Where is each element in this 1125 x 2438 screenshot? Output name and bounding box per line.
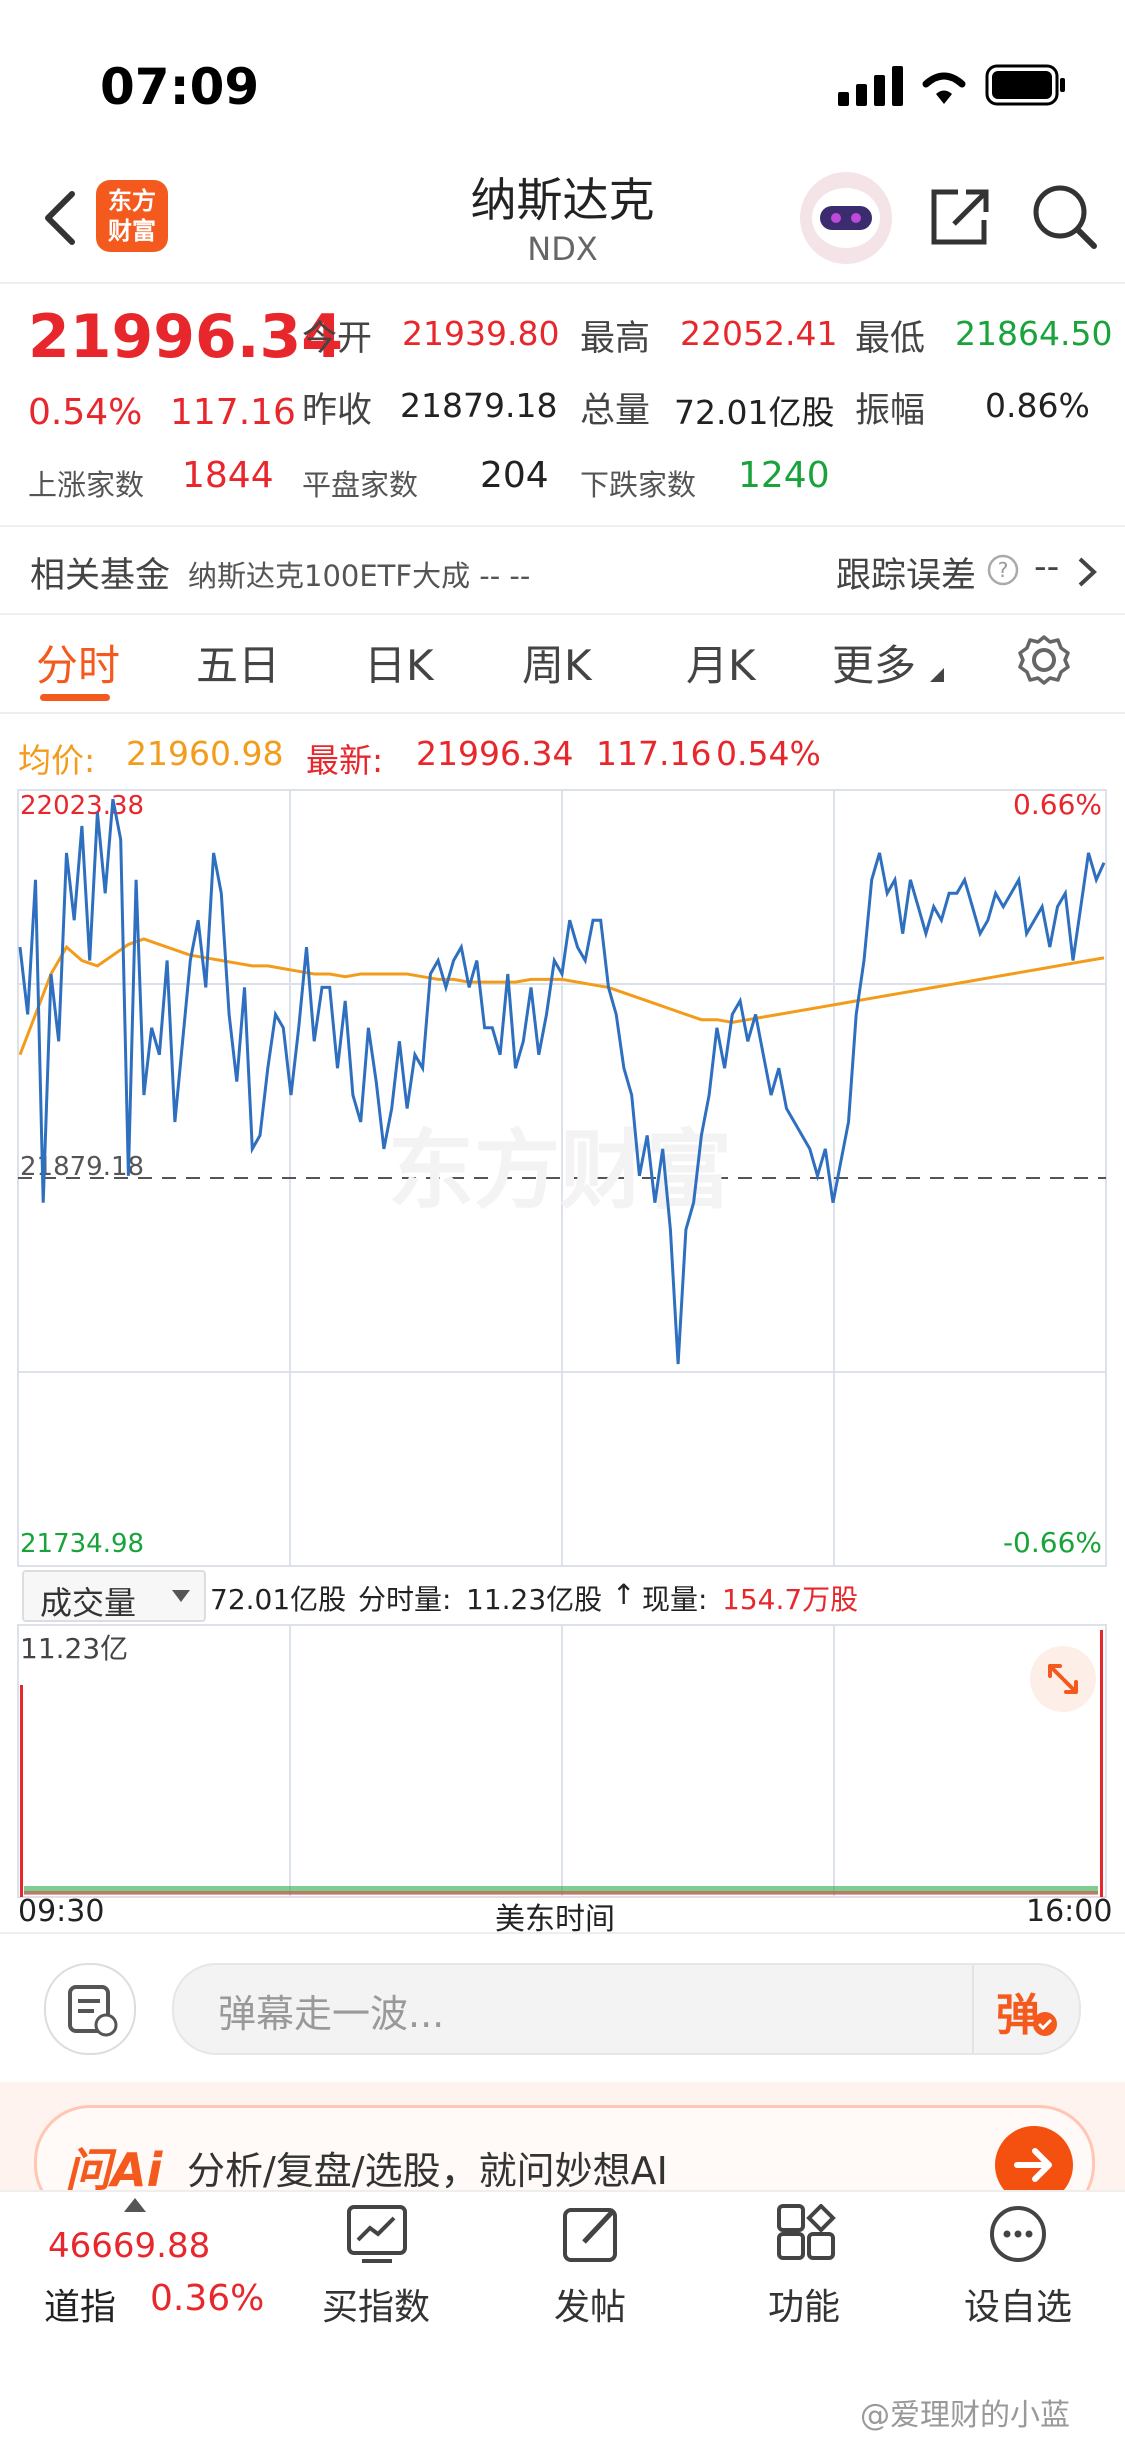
decliners-value: 1240 <box>738 455 830 496</box>
danmu-list-icon <box>68 1985 118 2037</box>
y-top-label: 22023.38 <box>20 791 144 821</box>
status-bar: 07:09 <box>0 0 1125 150</box>
amplitude-value: 0.86% <box>985 386 1090 425</box>
danmu-list-button[interactable] <box>44 1963 136 2055</box>
weibo-watermark: @爱理财的小蓝 <box>860 2398 1070 2433</box>
expand-button[interactable] <box>1030 1646 1096 1712</box>
share-icon[interactable] <box>928 184 992 248</box>
tab-buy-index[interactable]: 买指数 <box>296 2278 456 2330</box>
latest-percent: 0.54% <box>716 734 821 773</box>
volume-value: 72.01亿股 <box>674 393 835 432</box>
avg-price-value: 21960.98 <box>126 734 284 773</box>
tracking-error-label: 跟踪误差 <box>836 556 977 596</box>
volume-bar-open <box>20 1685 23 1897</box>
unchanged-label: 平盘家数 <box>302 468 419 502</box>
pct-top-label: 0.66% <box>1013 788 1102 821</box>
tab-post[interactable]: 发帖 <box>510 2278 670 2330</box>
volume-label: 总量 <box>580 391 651 431</box>
settings-icon[interactable] <box>1018 634 1070 686</box>
latest-label: 最新: <box>306 741 384 780</box>
tab-add-watchlist[interactable]: 设自选 <box>938 2278 1098 2330</box>
related-fund-row[interactable]: 相关基金 纳斯达克100ETF大成 -- -- 跟踪误差 ? -- <box>0 525 1125 615</box>
unchanged-value: 204 <box>480 455 549 496</box>
interval-arrow: ↑ <box>612 1578 636 1611</box>
volume-max-label: 11.23亿 <box>20 1632 128 1665</box>
nav-header: 东方 财富 纳斯达克 NDX <box>0 150 1125 284</box>
latest-change: 117.16 <box>596 734 712 773</box>
related-fund-name[interactable]: 纳斯达克100ETF大成 -- -- <box>188 553 530 595</box>
dow-index-value[interactable]: 46669.88 <box>48 2226 210 2266</box>
chevron-right-icon[interactable] <box>1076 555 1100 589</box>
tab-weekly-k[interactable]: 周K <box>522 632 592 693</box>
caret-down-icon <box>172 1590 190 1602</box>
up-triangle-icon <box>124 2198 146 2212</box>
functions-icon[interactable] <box>776 2204 836 2264</box>
x-start-label: 09:30 <box>18 1894 105 1929</box>
open-label: 今开 <box>302 319 373 359</box>
svg-text:?: ? <box>998 558 1009 582</box>
related-fund-label: 相关基金 <box>30 556 171 596</box>
y-bottom-label: 21734.98 <box>20 1529 144 1559</box>
post-icon[interactable] <box>562 2204 622 2264</box>
tab-indicator <box>40 694 110 701</box>
volume-chart[interactable]: 11.23亿 <box>0 1610 1125 1900</box>
tab-more[interactable]: 更多 <box>832 632 916 693</box>
chart-watermark: 东方财富 <box>388 1121 732 1221</box>
wifi-icon <box>922 72 966 104</box>
prev-close-label: 昨收 <box>302 391 373 431</box>
change-value: 117.16 <box>170 392 296 433</box>
more-icon[interactable] <box>988 2204 1048 2264</box>
tab-daily-k[interactable]: 日K <box>364 632 434 693</box>
y-mid-label: 21879.18 <box>20 1152 144 1182</box>
intraday-chart[interactable]: 东方财富 22023.38 21879.18 21734.98 0.66% -0… <box>0 780 1125 1580</box>
battery-icon <box>985 64 1065 106</box>
low-label: 最低 <box>855 319 926 359</box>
advancers-label: 上涨家数 <box>28 468 145 502</box>
search-icon[interactable] <box>1030 182 1098 250</box>
amplitude-label: 振幅 <box>855 391 926 431</box>
dropdown-triangle-icon <box>930 668 944 682</box>
check-badge-icon <box>1033 2012 1057 2036</box>
low-value: 21864.50 <box>955 314 1113 353</box>
decliners-label: 下跌家数 <box>580 468 697 502</box>
tracking-error-value: -- <box>1034 547 1060 587</box>
change-percent: 0.54% <box>28 392 143 433</box>
buy-index-icon[interactable] <box>346 2204 408 2264</box>
high-value: 22052.41 <box>680 314 838 353</box>
x-end-label: 16:00 <box>1026 1894 1113 1929</box>
danmu-input[interactable]: 弹幕走一波... 弹 <box>172 1963 1081 2055</box>
tab-five-day[interactable]: 五日 <box>196 632 280 693</box>
dow-index-percent[interactable]: 0.36% <box>150 2278 264 2319</box>
assistant-avatar-icon[interactable] <box>800 172 892 264</box>
tab-functions[interactable]: 功能 <box>724 2278 884 2330</box>
current-price: 21996.34 <box>28 302 344 372</box>
prev-close-value: 21879.18 <box>400 386 558 425</box>
avg-price-label: 均价: <box>18 741 96 780</box>
dow-index-name[interactable]: 道指 <box>44 2278 116 2330</box>
danmu-placeholder: 弹幕走一波... <box>218 1992 445 2036</box>
status-time: 07:09 <box>100 58 260 116</box>
high-label: 最高 <box>580 319 651 359</box>
ai-prompt-text: 分析/复盘/选股，就问妙想AI <box>187 2149 668 2193</box>
tab-intraday[interactable]: 分时 <box>36 632 120 693</box>
volume-bar-close <box>1100 1630 1103 1897</box>
advancers-value: 1844 <box>182 455 274 496</box>
pct-bottom-label: -0.66% <box>1003 1526 1102 1559</box>
signal-icon <box>838 66 903 106</box>
latest-value: 21996.34 <box>416 734 574 773</box>
help-icon[interactable]: ? <box>986 553 1020 587</box>
open-value: 21939.80 <box>402 314 560 353</box>
tab-monthly-k[interactable]: 月K <box>686 632 756 693</box>
